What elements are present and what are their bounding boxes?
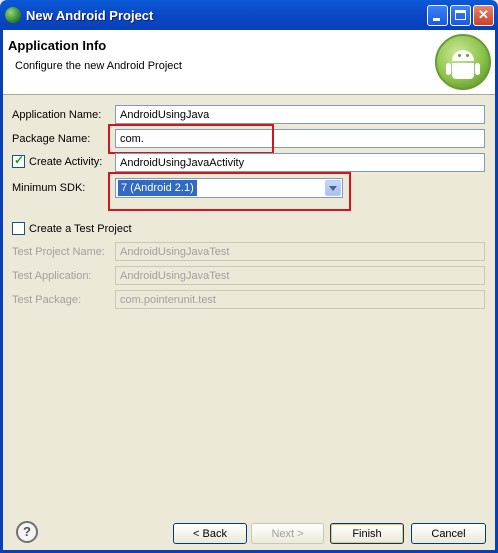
checkmark-icon: ✓ <box>14 153 25 167</box>
minimize-icon <box>433 18 440 21</box>
minimize-button[interactable] <box>427 5 448 26</box>
next-button: Next > <box>251 523 324 544</box>
application-name-label: Application Name: <box>12 109 102 121</box>
android-head-shape <box>452 50 474 61</box>
application-name-input[interactable] <box>115 105 485 124</box>
android-arm-left <box>446 63 451 75</box>
finish-button[interactable]: Finish <box>330 523 404 544</box>
android-robot-icon <box>435 34 491 90</box>
package-name-highlight <box>108 124 274 154</box>
maximize-icon <box>455 10 466 20</box>
window-title: New Android Project <box>26 8 154 23</box>
create-activity-checkbox[interactable]: ✓ <box>12 153 25 168</box>
test-application-input <box>115 266 485 285</box>
help-icon[interactable]: ? <box>16 521 38 543</box>
create-activity-input[interactable] <box>115 153 485 172</box>
android-body-shape <box>452 63 474 79</box>
minimum-sdk-highlight <box>108 172 351 211</box>
title-bar[interactable]: New Android Project ✕ <box>0 0 498 30</box>
wizard-header: Application Info Configure the new Andro… <box>3 30 495 95</box>
android-eye-right <box>466 54 469 57</box>
android-eye-left <box>458 54 461 57</box>
test-project-name-label: Test Project Name: <box>12 246 105 258</box>
test-package-input <box>115 290 485 309</box>
test-project-name-input <box>115 242 485 261</box>
minimum-sdk-label: Minimum SDK: <box>12 182 86 194</box>
close-icon: ✕ <box>478 7 489 22</box>
create-test-project-checkbox[interactable] <box>12 222 25 235</box>
page-subtitle: Configure the new Android Project <box>15 60 182 72</box>
test-package-label: Test Package: <box>12 294 82 306</box>
android-arm-right <box>475 63 480 75</box>
cancel-button[interactable]: Cancel <box>411 523 486 544</box>
close-button[interactable]: ✕ <box>473 5 494 26</box>
page-title: Application Info <box>8 38 107 53</box>
create-activity-label: Create Activity: <box>29 156 103 168</box>
create-test-project-label: Create a Test Project <box>29 223 132 235</box>
test-application-label: Test Application: <box>12 270 92 282</box>
eclipse-android-icon <box>5 7 21 23</box>
package-name-label: Package Name: <box>12 133 91 145</box>
back-button[interactable]: < Back <box>173 523 247 544</box>
maximize-button[interactable] <box>450 5 471 26</box>
